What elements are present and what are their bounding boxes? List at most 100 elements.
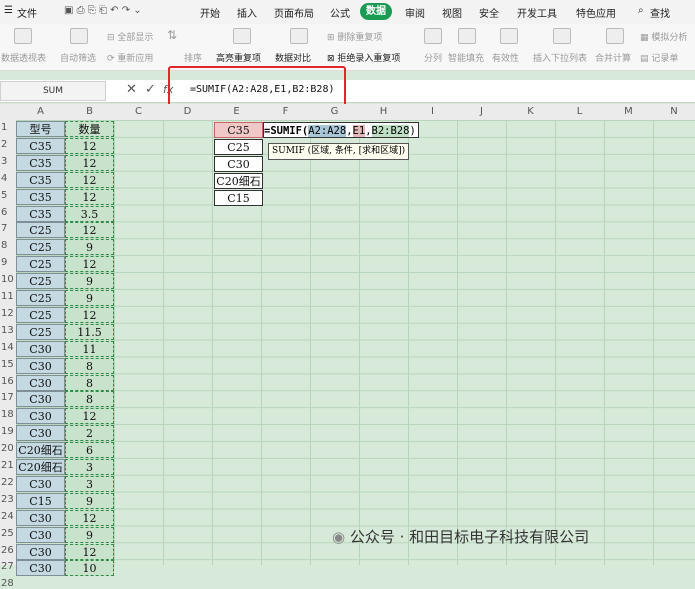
tab-home[interactable]: 开始 [200, 5, 220, 20]
pivot-table-button[interactable]: 数据透视表 [1, 51, 46, 64]
row-header[interactable]: 26 [0, 545, 17, 556]
model-cell[interactable]: C25 [16, 222, 65, 239]
consolidate-button[interactable]: 合并计算 [595, 51, 631, 64]
search-icon[interactable]: ⌕ [638, 5, 644, 16]
file-menu[interactable]: 文件 [17, 5, 37, 20]
col-header-h[interactable]: H [359, 106, 408, 117]
quantity-cell[interactable]: 8 [65, 357, 114, 374]
quantity-cell[interactable]: 8 [65, 391, 114, 408]
row-header[interactable]: 9 [0, 257, 17, 268]
col-header-n[interactable]: N [653, 106, 695, 117]
col-header-j[interactable]: J [457, 106, 506, 117]
validation-button[interactable]: 有效性 [492, 51, 519, 64]
remove-duplicates-button[interactable]: ⊞ 删除重复项 [327, 30, 382, 43]
col-header-l[interactable]: L [555, 106, 604, 117]
row-header[interactable]: 5 [0, 190, 17, 201]
model-cell[interactable]: C30 [16, 357, 65, 374]
col-header-a[interactable]: A [16, 106, 65, 117]
model-cell[interactable]: C35 [16, 171, 65, 188]
quantity-cell[interactable]: 12 [65, 171, 114, 188]
model-cell[interactable]: C35 [16, 137, 65, 154]
reapply-button[interactable]: ⟳ 重新应用 [107, 51, 153, 64]
tab-insert[interactable]: 插入 [237, 5, 257, 20]
quantity-cell[interactable]: 12 [65, 543, 114, 560]
smart-fill-button[interactable]: 智能填充 [448, 51, 484, 64]
quantity-cell[interactable]: 2 [65, 425, 114, 442]
quantity-cell[interactable]: 9 [65, 492, 114, 509]
quick-access-toolbar[interactable]: ▣ ⎙ ⎘ ⎗ ↶ ↷ ⌄ [64, 5, 142, 16]
row-header[interactable]: 2 [0, 139, 17, 150]
col-header-i[interactable]: I [408, 106, 457, 117]
quantity-cell[interactable]: 11 [65, 340, 114, 357]
criteria-cell-e3[interactable]: C30 [214, 156, 263, 172]
quantity-cell[interactable]: 9 [65, 239, 114, 256]
row-header[interactable]: 25 [0, 528, 17, 539]
tab-view[interactable]: 视图 [442, 5, 462, 20]
row-header[interactable]: 22 [0, 477, 17, 488]
row-header[interactable]: 1 [0, 122, 17, 133]
row-header[interactable]: 12 [0, 308, 17, 319]
model-cell[interactable]: C15 [16, 492, 65, 509]
row-header[interactable]: 28 [0, 578, 17, 589]
insert-dropdown-button[interactable]: 插入下拉列表 [533, 51, 587, 64]
quantity-cell[interactable]: 12 [65, 222, 114, 239]
row-header[interactable]: 19 [0, 426, 17, 437]
quantity-cell[interactable]: 12 [65, 256, 114, 273]
sort-button[interactable]: 排序 [184, 51, 202, 64]
model-cell[interactable]: C30 [16, 425, 65, 442]
model-cell[interactable]: C25 [16, 323, 65, 340]
cancel-icon[interactable]: ✕ [126, 82, 137, 97]
col-header-f[interactable]: F [261, 106, 310, 117]
model-cell[interactable]: C25 [16, 290, 65, 306]
model-cell[interactable]: C30 [16, 374, 65, 391]
name-box[interactable]: SUM [0, 81, 106, 101]
data-compare-button[interactable]: 数据对比 [275, 51, 311, 64]
model-cell[interactable]: C25 [16, 256, 65, 273]
model-cell[interactable]: C35 [16, 188, 65, 205]
model-cell[interactable]: C35 [16, 154, 65, 171]
quantity-cell[interactable]: 3.5 [65, 205, 114, 222]
quantity-cell[interactable]: 9 [65, 526, 114, 543]
criteria-cell-e1[interactable]: C35 [214, 122, 263, 138]
quantity-cell[interactable]: 12 [65, 408, 114, 425]
model-cell[interactable]: C30 [16, 543, 65, 560]
row-header[interactable]: 24 [0, 511, 17, 522]
quantity-cell[interactable]: 10 [65, 560, 114, 577]
tab-security[interactable]: 安全 [479, 5, 499, 20]
model-cell[interactable]: C30 [16, 526, 65, 543]
row-header[interactable]: 27 [0, 561, 17, 572]
model-cell[interactable]: C25 [16, 273, 65, 290]
row-header[interactable]: 14 [0, 342, 17, 353]
col-header-g[interactable]: G [310, 106, 359, 117]
model-cell[interactable]: C20细石 [16, 442, 65, 459]
what-if-button[interactable]: ▦ 模拟分析 [640, 30, 687, 43]
tab-review[interactable]: 审阅 [405, 5, 425, 20]
quantity-cell[interactable]: 11.5 [65, 323, 114, 340]
row-header[interactable]: 7 [0, 223, 17, 234]
model-cell[interactable]: C25 [16, 306, 65, 323]
row-header[interactable]: 6 [0, 207, 17, 218]
header-cell-model[interactable]: 型号 [16, 121, 65, 137]
row-header[interactable]: 8 [0, 240, 17, 251]
show-all-button[interactable]: ⊟ 全部显示 [107, 30, 153, 43]
criteria-cell-e2[interactable]: C25 [214, 139, 263, 155]
highlight-duplicates-button[interactable]: 高亮重复项 [216, 51, 261, 64]
tab-page-layout[interactable]: 页面布局 [274, 5, 314, 20]
col-header-e[interactable]: E [212, 106, 261, 117]
reject-duplicates-button[interactable]: ⊠ 拒绝录入重复项 [327, 51, 400, 64]
quantity-cell[interactable]: 9 [65, 273, 114, 290]
confirm-icon[interactable]: ✓ [145, 82, 156, 97]
criteria-cell-e5[interactable]: C15 [214, 190, 263, 206]
model-cell[interactable]: C30 [16, 340, 65, 357]
quantity-cell[interactable]: 6 [65, 442, 114, 459]
tab-formulas[interactable]: 公式 [330, 5, 350, 20]
auto-filter-button[interactable]: 自动筛选 [60, 51, 96, 64]
quantity-cell[interactable]: 3 [65, 459, 114, 475]
row-header[interactable]: 15 [0, 359, 17, 370]
quantity-cell[interactable]: 12 [65, 137, 114, 154]
model-cell[interactable]: C30 [16, 391, 65, 408]
col-header-c[interactable]: C [114, 106, 163, 117]
row-header[interactable]: 3 [0, 156, 17, 167]
row-header[interactable]: 18 [0, 409, 17, 420]
row-header[interactable]: 4 [0, 173, 17, 184]
